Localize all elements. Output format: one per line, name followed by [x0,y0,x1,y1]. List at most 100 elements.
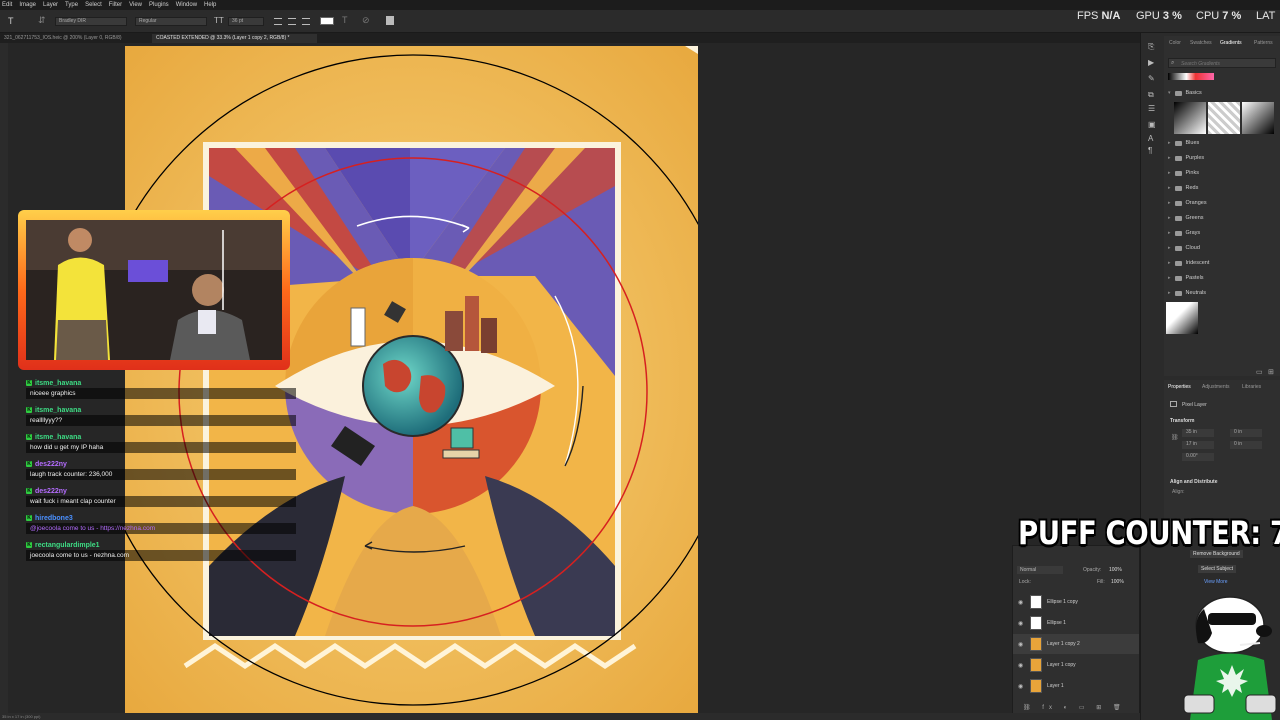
tab-coasted-extended[interactable]: COASTED EXTENDED @ 33.3% (Layer 1 copy 2… [152,34,317,43]
tab-patterns[interactable]: Patterns [1254,40,1273,46]
tab-color[interactable]: Color [1169,40,1181,46]
y-field[interactable]: 0 in [1230,441,1262,449]
gradient-folder[interactable]: ▸ Reds [1168,183,1198,193]
folder-icon [1174,245,1182,251]
chat-username: des222ny [35,487,67,495]
text-color-swatch[interactable] [320,17,334,25]
menu-help[interactable]: Help [204,2,216,8]
character-icon[interactable]: A [1148,134,1153,143]
chat-mention: @joecoola come to us - [30,525,101,532]
gradient-swatch-wb[interactable] [1242,102,1274,134]
x-field[interactable]: 0 in [1230,429,1262,437]
eye-icon[interactable]: ◉ [1018,620,1025,627]
menu-select[interactable]: Select [85,2,102,8]
chat-text: @joecoola come to us - https://nezhna.co… [26,523,296,534]
folder-icon [1174,215,1182,221]
tab-heic[interactable]: 321_062711753_IOS.heic @ 200% (Layer 0, … [0,34,150,43]
lat-readout: LAT [1256,10,1276,22]
layer-comps-icon[interactable]: ⧉ [1148,90,1154,100]
gpu-readout: GPU 3 % [1136,10,1182,22]
gradient-folder[interactable]: ▸ Cloud [1168,243,1200,253]
type-tool-icon[interactable]: T [8,16,14,26]
font-size-select[interactable]: 36 pt [228,17,264,26]
layer-row[interactable]: ◉ Ellipse 1 [1013,613,1139,633]
new-gradient-icon[interactable]: ⊞ [1268,368,1274,376]
gradient-folder[interactable]: ▸ Greens [1168,213,1204,223]
transform-header: Transform [1170,418,1195,424]
menu-plugins[interactable]: Plugins [149,2,169,8]
adjust-icon[interactable]: ☰ [1148,104,1155,113]
brush-icon[interactable]: ✎ [1148,74,1155,83]
fps-readout: FPS N/A [1077,10,1121,22]
opacity-field[interactable]: 100% [1109,567,1122,573]
moderator-badge-icon: K [26,542,32,548]
gradient-folder[interactable]: ▸ Iridescent [1168,258,1209,268]
tab-swatches[interactable]: Swatches [1190,40,1212,46]
select-subject-button[interactable]: Select Subject [1198,565,1236,573]
paragraph-icon[interactable]: ¶ [1148,146,1152,155]
eye-icon[interactable]: ◉ [1018,641,1025,648]
gradient-folder-basics[interactable]: ▾ Basics [1168,88,1202,98]
gradient-folder[interactable]: ▸ Neutrals [1168,288,1206,298]
menu-filter[interactable]: Filter [109,2,122,8]
font-family-select[interactable]: Bradley DIR [55,17,127,26]
gradient-folder[interactable]: ▸ Pinks [1168,168,1199,178]
gradient-search-field[interactable]: ⌕ Search Gradients [1168,58,1276,68]
layer-actions-bar[interactable]: ⛓ fx ◐ ▭ ⊞ 🗑 [1023,704,1133,712]
eye-icon[interactable]: ◉ [1018,662,1025,669]
gradient-swatch-transparent[interactable] [1208,102,1240,134]
align-center-icon[interactable] [288,18,296,25]
menu-edit[interactable]: Edit [2,2,12,8]
orientation-icon[interactable]: ⇵ [38,15,46,26]
cancel-icon[interactable]: ⊘ [362,15,370,26]
fill-field[interactable]: 100% [1111,579,1124,585]
play-icon[interactable]: ▶ [1148,58,1154,67]
align-right-icon[interactable] [302,18,310,25]
font-style-select[interactable]: Regular [135,17,207,26]
gradient-swatch-bw[interactable] [1174,102,1206,134]
panel-icon-column: ⎘ ▶ ✎ ⧉ ☰ ▣ A ¶ [1140,40,1164,160]
chat-text: wait fuck i meant clap counter [26,496,296,507]
layer-row[interactable]: ◉ Layer 1 copy [1013,655,1139,675]
link-icon[interactable]: ⛓ [1171,434,1179,441]
blend-mode-select[interactable]: Normal [1017,566,1063,574]
new-folder-icon[interactable]: ▭ [1256,368,1263,376]
layer-row[interactable]: ◉ Layer 1 [1013,676,1139,696]
eye-icon[interactable]: ◉ [1018,683,1025,690]
layer-row[interactable]: ◉ Ellipse 1 copy [1013,592,1139,612]
panel-toggle-icon[interactable] [386,16,394,25]
chat-username: des222ny [35,460,67,468]
height-field[interactable]: 17 in [1182,441,1214,449]
gradient-folder[interactable]: ▸ Pastels [1168,273,1204,283]
menu-image[interactable]: Image [19,2,36,8]
width-field[interactable]: 35 in [1182,429,1214,437]
menu-type[interactable]: Type [65,2,78,8]
folder-icon [1174,230,1182,236]
current-gradient-preview[interactable] [1166,302,1198,334]
layer-thumbnail [1030,679,1042,693]
warp-text-icon[interactable]: T [342,15,348,25]
recent-gradients-strip[interactable] [1168,73,1214,80]
tab-adjustments[interactable]: Adjustments [1202,384,1230,390]
mascot-image [1183,596,1277,720]
gradient-folder[interactable]: ▸ Purples [1168,153,1204,163]
menu-layer[interactable]: Layer [43,2,58,8]
tab-libraries[interactable]: Libraries [1242,384,1261,390]
chat-message: Kdes222ny wait fuck i meant clap counter [26,486,306,507]
angle-field[interactable]: 0.00° [1182,453,1214,461]
cube-icon[interactable]: ▣ [1148,120,1156,129]
menu-view[interactable]: View [129,2,142,8]
gradient-folder[interactable]: ▸ Blues [1168,138,1199,148]
gradient-folder[interactable]: ▸ Oranges [1168,198,1207,208]
chat-link[interactable]: https://nezhna.com [100,525,155,532]
gradient-folder[interactable]: ▸ Grays [1168,228,1200,238]
layer-row-selected[interactable]: ◉ Layer 1 copy 2 [1013,634,1139,654]
menu-window[interactable]: Window [176,2,197,8]
layer-thumbnail [1030,658,1042,672]
history-icon[interactable]: ⎘ [1148,42,1154,52]
align-left-icon[interactable] [274,18,282,25]
layer-thumbnail [1030,595,1042,609]
tab-properties[interactable]: Properties [1168,384,1191,390]
eye-icon[interactable]: ◉ [1018,599,1025,606]
tab-gradients[interactable]: Gradients [1220,40,1242,46]
